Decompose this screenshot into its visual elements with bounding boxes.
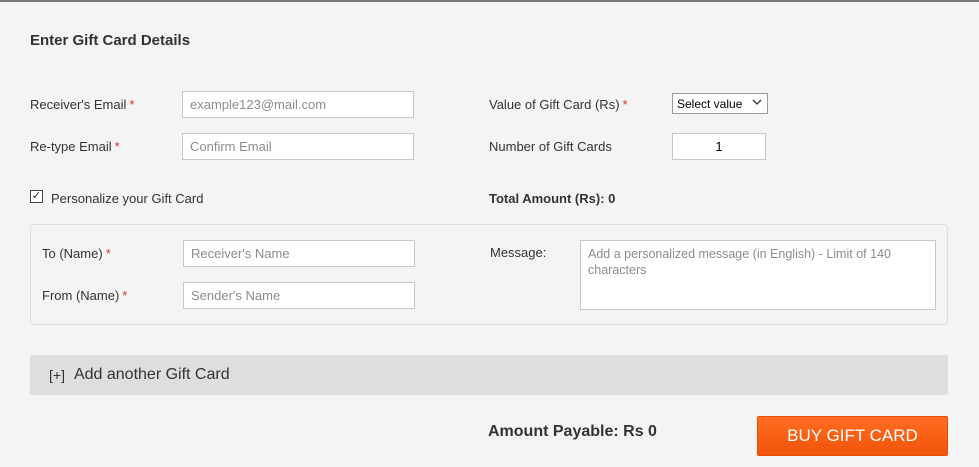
add-another-label: Add another Gift Card	[73, 366, 230, 383]
total-amount: Total Amount (Rs): 0	[489, 191, 616, 206]
gift-value-select[interactable]: Select value	[672, 93, 768, 114]
message-textarea[interactable]	[580, 240, 936, 310]
to-name-input[interactable]	[183, 240, 415, 267]
num-cards-label: Number of Gift Cards	[489, 139, 612, 154]
receiver-email-label: Receiver's Email *	[30, 97, 135, 112]
retype-email-label: Re-type Email *	[30, 139, 120, 154]
num-cards-input[interactable]	[672, 133, 766, 160]
gift-value-selected: Select value	[677, 96, 743, 111]
add-another-gift-card-button[interactable]: [+] Add another Gift Card	[30, 355, 948, 395]
to-name-label: To (Name) *	[42, 246, 111, 261]
personalize-label: Personalize your Gift Card	[51, 191, 204, 206]
personalize-checkbox[interactable]: ✓	[30, 190, 43, 203]
from-name-label: From (Name) *	[42, 288, 128, 303]
required-asterisk: *	[114, 139, 120, 154]
required-asterisk: *	[622, 97, 628, 112]
expand-icon: [+]	[49, 367, 65, 383]
chevron-down-icon	[752, 97, 762, 110]
buy-gift-card-button[interactable]: BUY GIFT CARD	[757, 416, 948, 456]
retype-email-input[interactable]	[182, 133, 414, 160]
receiver-email-input[interactable]	[182, 91, 414, 118]
gift-value-label: Value of Gift Card (Rs) *	[489, 97, 628, 112]
required-asterisk: *	[129, 97, 135, 112]
page-title: Enter Gift Card Details	[30, 32, 191, 49]
amount-payable: Amount Payable: Rs 0	[488, 423, 657, 440]
required-asterisk: *	[105, 246, 111, 261]
required-asterisk: *	[122, 288, 128, 303]
message-label: Message:	[490, 245, 547, 260]
from-name-input[interactable]	[183, 282, 415, 309]
checkmark-icon: ✓	[31, 190, 42, 202]
